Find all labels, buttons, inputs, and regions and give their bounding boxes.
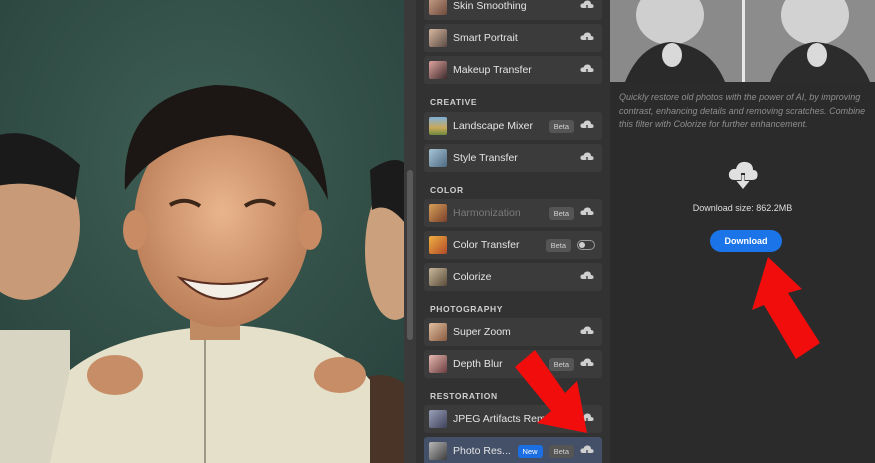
filter-label: Style Transfer [453, 152, 518, 164]
section-title-photography: PHOTOGRAPHY [430, 304, 504, 314]
filter-label: Skin Smoothing [453, 0, 527, 12]
cloud-download-icon[interactable] [580, 0, 594, 12]
download-size-text: Download size: 862.2MB [692, 203, 793, 213]
skin-smoothing-thumb-icon [429, 0, 447, 15]
jpeg-artifacts-thumb-icon [429, 410, 447, 428]
old-photo-image [0, 0, 404, 463]
photo-canvas[interactable] [0, 0, 404, 463]
filter-item-skin-smoothing[interactable]: Skin Smoothing [424, 0, 602, 20]
filter-item-super-zoom[interactable]: Super Zoom [424, 318, 602, 346]
filter-item-landscape-mixer[interactable]: Landscape Mixer Beta [424, 112, 602, 140]
red-annotation-arrow-down [515, 350, 587, 433]
section-title-color: COLOR [430, 185, 464, 195]
before-after-preview-image [610, 0, 875, 82]
filter-item-colorize[interactable]: Colorize [424, 263, 602, 291]
filter-item-harmonization[interactable]: Harmonization Beta [424, 199, 602, 227]
filter-label: Makeup Transfer [453, 64, 532, 76]
super-zoom-thumb-icon [429, 323, 447, 341]
filter-label: Harmonization [453, 207, 521, 219]
filter-label: Color Transfer [453, 239, 520, 251]
cloud-download-icon [728, 161, 758, 189]
depth-blur-thumb-icon [429, 355, 447, 373]
beta-badge: Beta [548, 206, 574, 220]
beta-badge: Beta [545, 238, 571, 252]
cloud-download-icon[interactable] [580, 326, 594, 338]
cloud-download-icon[interactable] [580, 32, 594, 44]
new-badge: New [517, 444, 543, 458]
filter-item-color-transfer[interactable]: Color Transfer Beta [424, 231, 602, 259]
section-title-creative: CREATIVE [430, 97, 478, 107]
filter-toggle[interactable] [577, 240, 595, 250]
cloud-download-icon[interactable] [580, 152, 594, 164]
scrollbar-thumb[interactable] [407, 170, 413, 340]
cloud-download-icon[interactable] [580, 120, 594, 132]
beta-badge: Beta [548, 119, 574, 133]
red-annotation-arrow-up [752, 257, 820, 359]
cloud-download-icon[interactable] [580, 64, 594, 76]
section-title-restoration: RESTORATION [430, 391, 498, 401]
filter-item-makeup-transfer[interactable]: Makeup Transfer [424, 56, 602, 84]
filter-item-style-transfer[interactable]: Style Transfer [424, 144, 602, 172]
filter-label: Smart Portrait [453, 32, 518, 44]
harmonization-thumb-icon [429, 204, 447, 222]
filter-item-smart-portrait[interactable]: Smart Portrait [424, 24, 602, 52]
color-transfer-thumb-icon [429, 236, 447, 254]
canvas-scrollbar[interactable] [404, 0, 416, 463]
cloud-download-icon[interactable] [580, 445, 594, 457]
colorize-thumb-icon [429, 268, 447, 286]
photo-restoration-thumb-icon [429, 442, 447, 460]
filter-description: Quickly restore old photos with the powe… [619, 92, 866, 129]
filter-detail-panel: Quickly restore old photos with the powe… [610, 0, 875, 463]
smart-portrait-thumb-icon [429, 29, 447, 47]
beta-badge: Beta [548, 444, 574, 458]
filter-label: Landscape Mixer [453, 120, 533, 132]
cloud-download-icon[interactable] [580, 271, 594, 283]
landscape-mixer-thumb-icon [429, 117, 447, 135]
makeup-transfer-thumb-icon [429, 61, 447, 79]
download-button[interactable]: Download [710, 230, 782, 252]
cloud-download-icon[interactable] [580, 207, 594, 219]
filter-label: Colorize [453, 271, 492, 283]
filter-label: Photo Res... [453, 445, 511, 457]
style-transfer-thumb-icon [429, 149, 447, 167]
filter-label: Super Zoom [453, 326, 511, 338]
